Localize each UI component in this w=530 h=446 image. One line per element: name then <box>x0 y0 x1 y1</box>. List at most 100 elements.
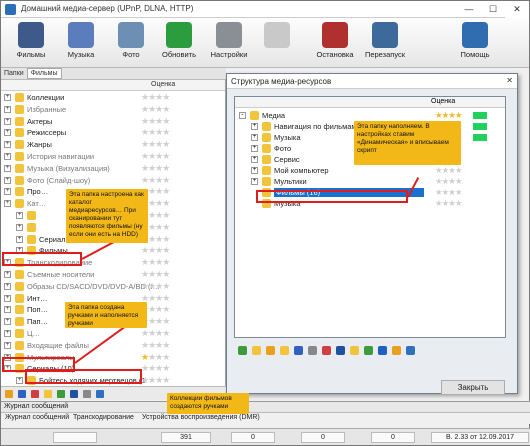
expand-icon[interactable]: + <box>4 330 11 337</box>
folder-tool-icon[interactable] <box>83 390 91 398</box>
expand-icon[interactable]: + <box>16 212 23 219</box>
rating-stars[interactable]: ★★★★ <box>141 245 170 256</box>
toolbar-button-0[interactable]: Фильмы <box>7 22 55 66</box>
dialog-tool-icon[interactable] <box>336 346 345 355</box>
expand-icon[interactable]: + <box>4 153 11 160</box>
dialog-tool-icon[interactable] <box>322 346 331 355</box>
rating-stars[interactable]: ★★★★ <box>435 198 462 209</box>
toolbar-button-4[interactable]: Настройки <box>205 22 253 66</box>
rating-stars[interactable]: ★★★★ <box>141 127 170 138</box>
toolbar-button-2[interactable]: Фото <box>107 22 155 66</box>
expand-icon[interactable]: + <box>4 129 11 137</box>
rating-stars[interactable]: ★★★★ <box>141 375 170 386</box>
rating-stars[interactable]: ★★★★ <box>141 352 170 363</box>
dialog-close-icon[interactable]: ✕ <box>506 76 513 85</box>
rating-stars[interactable]: ★★★★ <box>141 116 170 127</box>
folder-tool-icon[interactable] <box>70 390 78 398</box>
close-dialog-button[interactable]: Закрыть <box>441 380 505 395</box>
expand-icon[interactable]: + <box>4 117 11 125</box>
tab-folders[interactable]: Папки <box>1 69 27 78</box>
rating-stars[interactable]: ★★★★ <box>141 151 170 162</box>
expand-icon[interactable]: + <box>4 200 11 208</box>
rating-stars[interactable]: ★★★★ <box>141 363 170 374</box>
expand-icon[interactable]: + <box>4 188 11 196</box>
close-button[interactable]: ✕ <box>505 1 529 18</box>
folder-tool-icon[interactable] <box>5 390 13 398</box>
rating-stars[interactable]: ★★★★ <box>435 165 462 176</box>
toolbar-button-3[interactable]: Обновить <box>155 22 203 66</box>
rating-stars[interactable]: ★★★★ <box>141 92 170 103</box>
dialog-tool-icon[interactable] <box>294 346 303 355</box>
tree-item-label: Режиссеры <box>27 128 67 138</box>
dialog-tool-icon[interactable] <box>406 346 415 355</box>
expand-icon[interactable]: + <box>4 306 11 314</box>
expand-icon[interactable]: + <box>4 141 11 149</box>
expand-icon[interactable]: + <box>4 164 11 172</box>
minimize-button[interactable]: — <box>457 1 481 18</box>
tab-dmr-devices[interactable]: Устройства воспроизведения (DMR) <box>142 414 260 421</box>
expand-icon[interactable]: + <box>4 94 11 101</box>
rating-stars[interactable]: ★★★★ <box>141 104 170 115</box>
rating-stars[interactable]: ★★★★ <box>141 163 170 174</box>
tree-item-label: Ц… <box>27 329 41 338</box>
rating-stars[interactable]: ★★★★ <box>141 175 170 186</box>
tab-movies[interactable]: Фильмы <box>26 68 62 79</box>
expand-icon[interactable]: + <box>251 123 258 130</box>
star-icon: ★ <box>162 127 170 138</box>
dialog-tool-icon[interactable] <box>266 346 275 355</box>
dialog-tool-icon[interactable] <box>392 346 401 355</box>
tab-transcoding[interactable]: Транскодирование <box>73 414 134 421</box>
folder-tool-icon[interactable] <box>96 390 104 398</box>
expand-icon[interactable]: + <box>251 178 258 185</box>
help-icon <box>462 22 488 48</box>
folder-tool-icon[interactable] <box>18 390 26 398</box>
toolbar-disabled-button[interactable] <box>253 22 301 66</box>
folder-tool-icon[interactable] <box>57 390 65 398</box>
star-icon: ★ <box>162 151 170 161</box>
rating-stars[interactable]: ★★★★ <box>435 110 462 121</box>
dialog-title: Структура медиа-ресурсов <box>231 77 332 86</box>
expand-icon[interactable]: + <box>16 377 23 385</box>
dialog-tool-icon[interactable] <box>252 346 261 355</box>
dialog-tool-icon[interactable] <box>364 346 373 355</box>
rating-stars[interactable]: ★★★★ <box>435 187 462 198</box>
dialog-tool-icon[interactable] <box>238 346 247 355</box>
expand-icon[interactable]: + <box>4 271 11 278</box>
dialog-tool-icon[interactable] <box>308 346 317 355</box>
toolbar-button-label: Остановка <box>316 50 354 59</box>
expand-icon[interactable]: + <box>16 223 23 231</box>
folder-tool-icon[interactable] <box>31 390 39 398</box>
dialog-tool-icon[interactable] <box>280 346 289 355</box>
toolbar-button-7[interactable]: Перезапуск <box>361 22 409 66</box>
dialog-tool-icon[interactable] <box>378 346 387 355</box>
maximize-button[interactable]: ☐ <box>481 1 505 18</box>
expand-icon[interactable]: + <box>4 176 11 184</box>
expand-icon[interactable]: - <box>239 112 246 119</box>
expand-icon[interactable]: + <box>4 318 11 326</box>
dialog-tool-icon[interactable] <box>350 346 359 355</box>
toolbar-button-8[interactable]: Помощь <box>451 22 499 66</box>
folder-icon <box>15 340 24 350</box>
folder-icon <box>250 111 259 120</box>
expand-icon[interactable]: + <box>4 341 11 349</box>
expand-icon[interactable]: + <box>16 235 23 243</box>
expand-icon[interactable]: + <box>4 105 11 113</box>
rating-stars[interactable]: ★★★★ <box>141 340 170 351</box>
expand-icon[interactable]: + <box>251 134 258 141</box>
expand-icon[interactable]: + <box>4 282 11 290</box>
rating-stars[interactable]: ★★★★ <box>141 139 170 150</box>
expand-icon[interactable]: + <box>251 156 258 163</box>
expand-icon[interactable]: + <box>251 145 258 152</box>
expand-icon[interactable]: + <box>4 294 11 302</box>
folder-tool-icon[interactable] <box>44 390 52 398</box>
tab-message-log[interactable]: Журнал сообщений <box>5 414 69 421</box>
rating-stars[interactable]: ★★★★ <box>435 176 462 187</box>
toolbar-button-6[interactable]: Остановка <box>311 22 359 66</box>
expand-icon[interactable]: + <box>251 167 258 174</box>
rating-stars[interactable]: ★★★★ <box>141 281 170 292</box>
dialog-tree-header: Оценка <box>235 97 505 108</box>
rating-stars[interactable]: ★★★★ <box>141 328 170 339</box>
rating-stars[interactable]: ★★★★ <box>141 257 170 268</box>
rating-stars[interactable]: ★★★★ <box>141 269 170 280</box>
toolbar-button-1[interactable]: Музыка <box>57 22 105 66</box>
